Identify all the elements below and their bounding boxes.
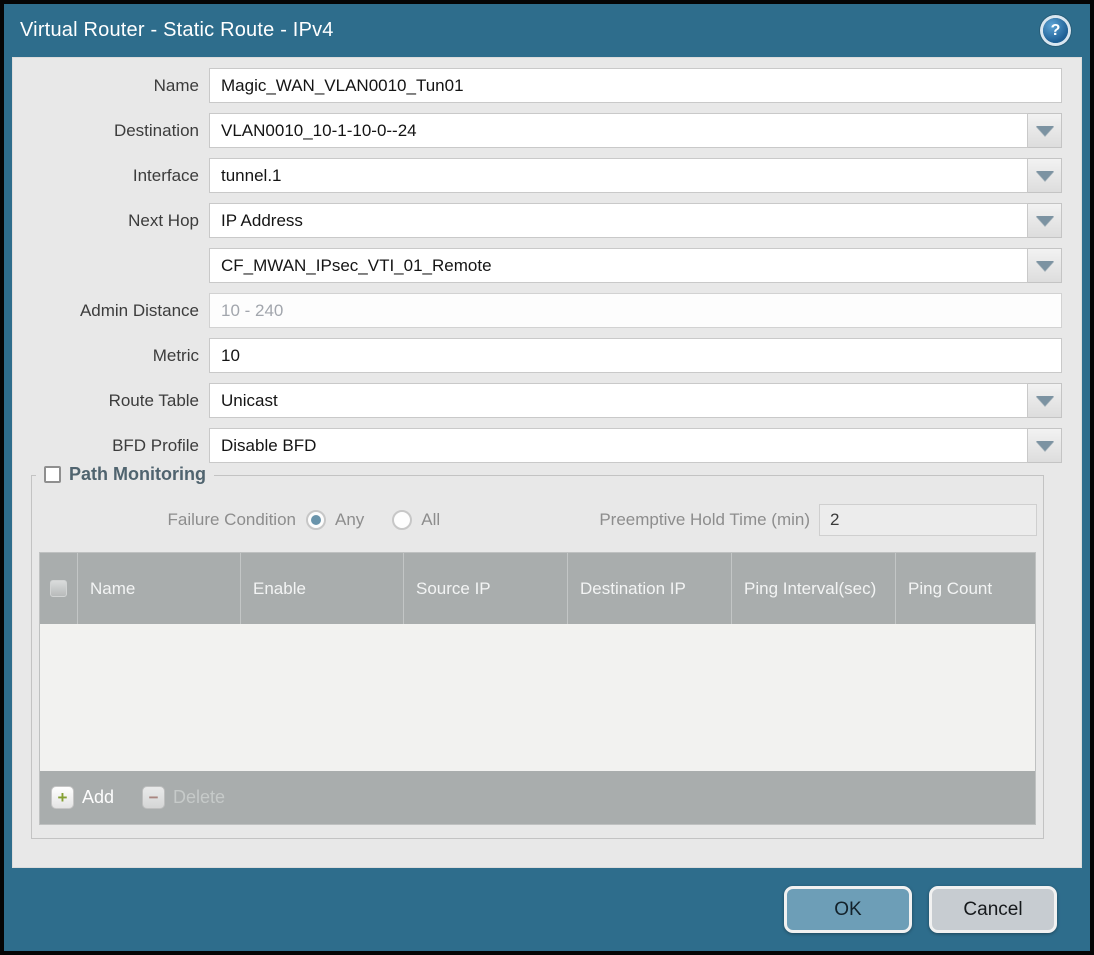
table-header-checkbox-cell [40, 553, 78, 624]
route-table-input[interactable] [209, 383, 1028, 418]
static-route-dialog: Virtual Router - Static Route - IPv4 ? N… [0, 0, 1094, 955]
next-hop-dropdown-button[interactable] [1028, 203, 1062, 238]
failure-condition-any-option[interactable]: Any [306, 510, 364, 530]
column-header-destination-ip[interactable]: Destination IP [568, 553, 732, 624]
bfd-profile-dropdown-button[interactable] [1028, 428, 1062, 463]
destination-dropdown-button[interactable] [1028, 113, 1062, 148]
radio-any-icon[interactable] [306, 510, 326, 530]
next-hop-address-row [13, 248, 1062, 283]
next-hop-row: Next Hop [13, 203, 1062, 238]
radio-all-icon[interactable] [392, 510, 413, 530]
dialog-title-bar: Virtual Router - Static Route - IPv4 ? [4, 4, 1090, 57]
failure-condition-label: Failure Condition [167, 510, 296, 529]
preemptive-hold-time-input[interactable] [819, 504, 1037, 536]
destination-row: Destination [13, 113, 1062, 148]
next-hop-address-input[interactable] [209, 248, 1028, 283]
next-hop-label: Next Hop [128, 210, 199, 230]
select-all-checkbox[interactable] [50, 580, 67, 597]
metric-label: Metric [152, 345, 199, 365]
dialog-title: Virtual Router - Static Route - IPv4 [20, 19, 334, 41]
help-icon[interactable]: ? [1043, 18, 1068, 43]
path-monitoring-legend: Path Monitoring [36, 464, 214, 485]
interface-label: Interface [132, 165, 199, 185]
path-monitoring-section: Path Monitoring Failure Condition Any Al… [31, 464, 1044, 839]
column-header-source-ip[interactable]: Source IP [404, 553, 568, 624]
radio-any-label: Any [335, 510, 365, 529]
chevron-down-icon [1035, 440, 1054, 451]
failure-condition-radio-group: Any All [306, 510, 440, 530]
column-header-enable[interactable]: Enable [241, 553, 404, 624]
bfd-profile-row: BFD Profile [13, 428, 1062, 463]
column-header-name[interactable]: Name [78, 553, 241, 624]
chevron-down-icon [1035, 170, 1054, 181]
name-input[interactable] [209, 68, 1062, 103]
cancel-button[interactable]: Cancel [929, 886, 1057, 933]
interface-input[interactable] [209, 158, 1028, 193]
destination-label: Destination [113, 120, 199, 140]
table-body-empty [40, 624, 1035, 771]
admin-distance-label: Admin Distance [79, 300, 199, 320]
chevron-down-icon [1035, 395, 1054, 406]
minus-icon: − [142, 786, 166, 809]
route-table-label: Route Table [108, 390, 199, 410]
name-label: Name [153, 75, 199, 95]
path-monitoring-controls: Failure Condition Any All Preemptive Hol… [38, 504, 1037, 536]
metric-row: Metric [13, 338, 1062, 373]
chevron-down-icon [1035, 215, 1054, 226]
admin-distance-row: Admin Distance [13, 293, 1062, 328]
admin-distance-input[interactable] [209, 293, 1062, 328]
destination-input[interactable] [209, 113, 1028, 148]
name-row: Name [13, 68, 1062, 103]
next-hop-type-input[interactable] [209, 203, 1028, 238]
chevron-down-icon [1035, 260, 1054, 271]
table-header-row: Name Enable Source IP Destination IP Pin… [40, 553, 1035, 624]
next-hop-address-dropdown-button[interactable] [1028, 248, 1062, 283]
column-header-ping-interval[interactable]: Ping Interval(sec) [732, 553, 896, 624]
failure-condition-all-option[interactable]: All [392, 510, 440, 530]
ok-button[interactable]: OK [784, 886, 912, 933]
path-monitoring-table: Name Enable Source IP Destination IP Pin… [39, 552, 1036, 825]
table-toolbar: + Add − Delete [40, 771, 1035, 824]
column-header-ping-count[interactable]: Ping Count [896, 553, 1035, 624]
path-monitoring-title: Path Monitoring [69, 464, 206, 484]
chevron-down-icon [1035, 125, 1054, 136]
route-table-dropdown-button[interactable] [1028, 383, 1062, 418]
bfd-profile-label: BFD Profile [112, 435, 199, 455]
interface-dropdown-button[interactable] [1028, 158, 1062, 193]
dialog-content-panel: Name Destination Interface Next Hop [12, 57, 1082, 868]
route-table-row: Route Table [13, 383, 1062, 418]
preemptive-hold-time-label: Preemptive Hold Time (min) [599, 510, 810, 529]
add-button-label: Add [82, 787, 115, 807]
radio-all-label: All [421, 510, 441, 529]
path-monitoring-checkbox[interactable] [44, 466, 61, 483]
delete-button-label: Delete [173, 787, 226, 807]
add-button[interactable]: + Add [51, 786, 114, 809]
plus-icon: + [51, 786, 74, 809]
delete-button[interactable]: − Delete [142, 786, 225, 809]
metric-input[interactable] [209, 338, 1062, 373]
bfd-profile-input[interactable] [209, 428, 1028, 463]
interface-row: Interface [13, 158, 1062, 193]
dialog-footer: OK Cancel [4, 868, 1090, 951]
